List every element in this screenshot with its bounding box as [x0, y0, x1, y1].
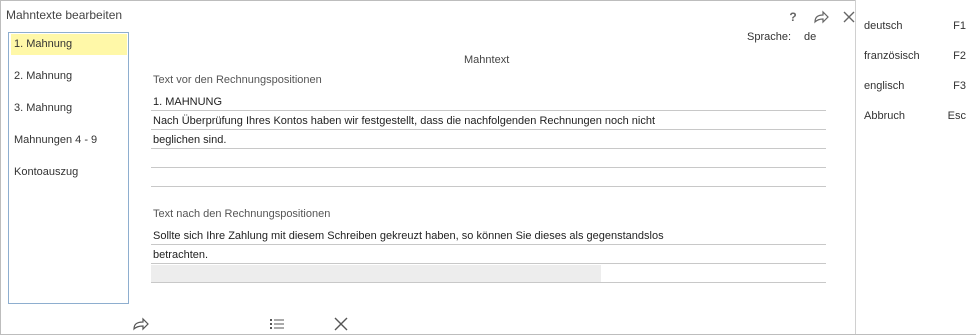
shortcut-panel: deutsch F1 französisch F2 englisch F3 Ab… [855, 0, 976, 334]
shortcut-deutsch[interactable]: deutsch F1 [864, 16, 974, 36]
forward-icon[interactable] [131, 314, 151, 334]
shortcut-abbruch[interactable]: Abbruch Esc [864, 106, 974, 126]
list-item-mahnung-2[interactable]: 2. Mahnung [11, 66, 127, 87]
list-icon[interactable] [267, 314, 287, 334]
shortcut-label: deutsch [864, 20, 903, 32]
before-positions-label: Text vor den Rechnungspositionen [153, 74, 322, 86]
reminder-level-list: 1. Mahnung 2. Mahnung 3. Mahnung Mahnung… [8, 32, 129, 304]
shortcut-key: F1 [953, 20, 966, 32]
shortcut-key: F3 [953, 80, 966, 92]
help-icon[interactable]: ? [785, 9, 801, 25]
shortcut-englisch[interactable]: englisch F3 [864, 76, 974, 96]
after-text-line-3[interactable] [151, 265, 826, 283]
after-text-line-2[interactable]: betrachten. [151, 246, 826, 264]
language-value: de [804, 31, 817, 43]
editor-heading: Mahntext [464, 54, 510, 66]
before-text-line-5[interactable] [151, 169, 826, 187]
after-positions-label: Text nach den Rechnungspositionen [153, 208, 331, 220]
before-text-line-1[interactable]: 1. MAHNUNG [151, 93, 826, 111]
shortcut-label: französisch [864, 50, 920, 62]
list-item-kontoauszug[interactable]: Kontoauszug [11, 162, 127, 183]
shortcut-franzoesisch[interactable]: französisch F2 [864, 46, 974, 66]
close-icon[interactable] [331, 314, 351, 334]
before-text-line-3[interactable]: beglichen sind. [151, 131, 826, 149]
forward-icon[interactable] [813, 9, 829, 25]
before-text-line-4[interactable] [151, 150, 826, 168]
shortcut-key: Esc [947, 110, 966, 122]
before-text-line-2[interactable]: Nach Überprüfung Ihres Kontos haben wir … [151, 112, 826, 130]
after-text-line-1[interactable]: Sollte sich Ihre Zahlung mit diesem Schr… [151, 227, 826, 245]
shortcut-key: F2 [953, 50, 966, 62]
shortcut-label: englisch [864, 80, 905, 92]
window-title: Mahntexte bearbeiten [6, 8, 123, 22]
shortcut-label: Abbruch [864, 110, 905, 122]
title-icons: ? [785, 9, 857, 25]
list-item-mahnung-1[interactable]: 1. Mahnung [11, 34, 127, 55]
language-label: Sprache: [747, 31, 792, 43]
list-item-mahnungen-4-9[interactable]: Mahnungen 4 - 9 [11, 130, 127, 151]
main-window: Mahntexte bearbeiten ? Sprache: de 1. Ma… [0, 0, 976, 335]
list-item-mahnung-3[interactable]: 3. Mahnung [11, 98, 127, 119]
